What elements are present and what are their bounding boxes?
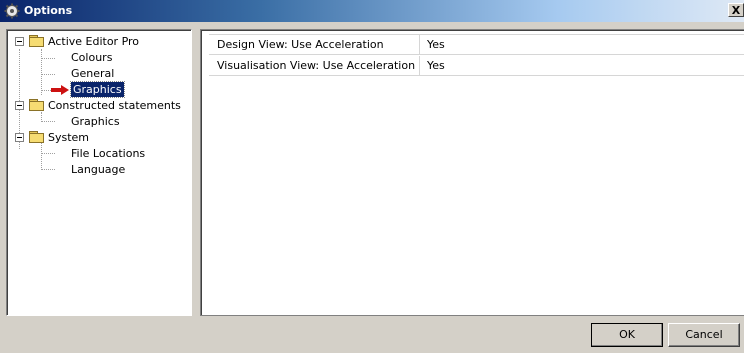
tree-node-active-editor-pro[interactable]: Active Editor Pro: [15, 34, 185, 50]
close-button[interactable]: X: [728, 3, 744, 17]
tree-item-label: Language: [71, 163, 126, 176]
tree-connector: [41, 121, 55, 122]
grid-divider: [419, 56, 420, 76]
tree-connector: [41, 169, 55, 170]
tree-connector: [41, 74, 55, 75]
ok-button[interactable]: OK: [591, 323, 663, 347]
tree-node-label: Constructed statements: [48, 99, 181, 112]
grid-divider: [419, 35, 420, 55]
tree-node-label: Active Editor Pro: [48, 35, 140, 48]
tree-node-system[interactable]: System: [15, 130, 135, 146]
tree-item-label: File Locations: [71, 147, 146, 160]
tree-node-label: System: [48, 131, 90, 144]
window-title: Options: [24, 4, 73, 17]
tree-item-label: Graphics: [70, 81, 125, 98]
tree-connector: [41, 49, 42, 95]
tree-item-label: General: [71, 67, 115, 80]
property-grid[interactable]: Design View: Use Acceleration Yes Visual…: [200, 29, 744, 316]
property-value[interactable]: Yes: [427, 35, 445, 55]
arrow-right-icon: [51, 85, 69, 95]
property-value[interactable]: Yes: [427, 56, 445, 76]
collapse-icon[interactable]: [15, 37, 24, 46]
folder-icon: [29, 131, 45, 143]
tree-node-constructed-statements[interactable]: Constructed statements: [15, 98, 191, 114]
tree-item-label: Graphics: [71, 115, 120, 128]
folder-icon: [29, 99, 45, 111]
options-tree[interactable]: Active Editor Pro Colours General Graphi…: [6, 29, 192, 316]
tree-item-label: Colours: [71, 51, 113, 64]
property-row[interactable]: Visualisation View: Use Acceleration Yes: [209, 56, 744, 76]
tree-connector: [41, 153, 55, 154]
property-row[interactable]: Design View: Use Acceleration Yes: [209, 35, 744, 55]
gear-icon: [4, 3, 20, 19]
property-name: Visualisation View: Use Acceleration: [217, 59, 416, 72]
tree-connector: [41, 143, 42, 168]
collapse-icon[interactable]: [15, 133, 24, 142]
title-bar[interactable]: Options X: [0, 0, 744, 22]
tree-connector: [41, 58, 55, 59]
cancel-button[interactable]: Cancel: [668, 323, 740, 347]
folder-icon: [29, 35, 45, 47]
property-name: Design View: Use Acceleration: [217, 38, 384, 51]
options-dialog: Options X Active Editor Pro Colours Gene…: [0, 0, 744, 353]
collapse-icon[interactable]: [15, 101, 24, 110]
